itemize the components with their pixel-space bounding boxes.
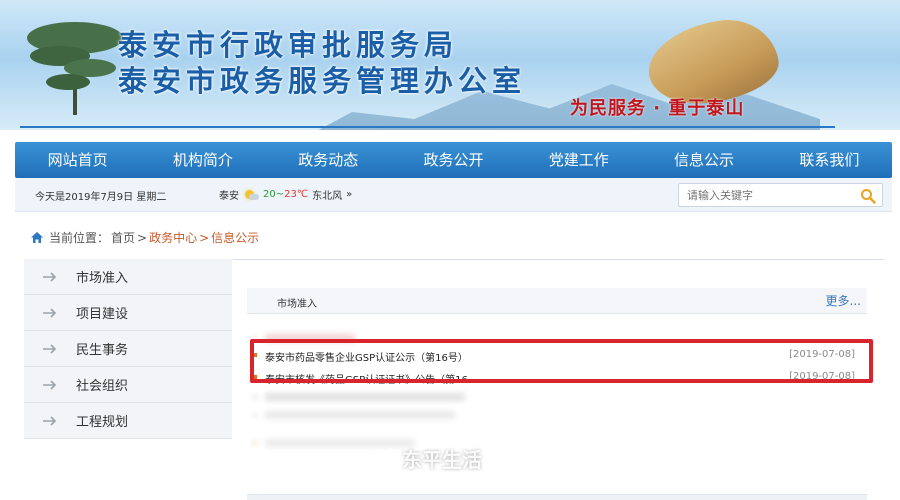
breadcrumb-separator: >: [137, 230, 148, 245]
main-nav: 网站首页 机构简介 政务动态 政务公开 党建工作 信息公示 联系我们: [15, 142, 892, 178]
sidebar-item-label: 工程规划: [76, 415, 129, 430]
header-banner: 泰安市行政审批服务局 泰安市政务服务管理办公室 为民服务 · 重于泰山: [0, 0, 900, 130]
arrow-right-icon: [43, 307, 57, 318]
bullet: [253, 413, 257, 417]
site-slogan: 为民服务 · 重于泰山: [570, 98, 745, 119]
more-link[interactable]: 更多...: [826, 292, 861, 309]
breadcrumb: 当前位置： 首页 > 政务中心 > 信息公示: [30, 229, 259, 246]
temp-separator: ~: [275, 189, 285, 200]
sidebar-item-label: 市场准入: [76, 271, 129, 286]
list-item-obscured: [253, 388, 865, 406]
arrow-right-icon: [43, 379, 57, 390]
sun-cloud-icon: [243, 189, 259, 201]
list-item-obscured: [253, 434, 865, 452]
nav-item-disclosure[interactable]: 政务公开: [391, 142, 516, 178]
bullet: [253, 395, 257, 399]
bullet: [253, 441, 257, 445]
current-date: 今天是2019年7月9日 星期二: [35, 192, 167, 203]
nav-item-party[interactable]: 党建工作: [516, 142, 641, 178]
breadcrumb-level3[interactable]: 信息公示: [211, 229, 259, 246]
breadcrumb-level2[interactable]: 政务中心: [149, 229, 197, 246]
wind-direction: 东北风: [312, 191, 343, 202]
sidebar-item-label: 项目建设: [76, 307, 129, 322]
obscured-text: [265, 393, 465, 401]
highlight-box: [250, 339, 873, 383]
watermark: 东平生活: [370, 444, 482, 473]
watermark-text: 东平生活: [402, 448, 482, 472]
sidebar-item-social-org[interactable]: 社会组织: [24, 367, 232, 403]
nav-item-notices[interactable]: 信息公示: [641, 142, 766, 178]
content-inner: 市场准入 更多... 泰安市药品零售企业GSP认证公示（第16号） [2019-…: [247, 282, 867, 492]
obscured-text: [265, 411, 455, 419]
arrow-right-icon: [43, 415, 57, 426]
section-header: 市场准入 更多...: [247, 288, 867, 314]
site-subtitle: 泰安市政务服务管理办公室: [118, 64, 527, 98]
arrow-right-icon: [43, 343, 57, 354]
breadcrumb-prefix: 当前位置：: [49, 231, 110, 245]
breadcrumb-home[interactable]: 首页: [111, 229, 135, 246]
search-input[interactable]: [679, 184, 849, 207]
temp-high: 23℃: [284, 189, 309, 200]
sidebar-item-engineering-planning[interactable]: 工程规划: [24, 403, 232, 439]
temp-low: 20: [263, 189, 276, 200]
watermark-logo-icon: [371, 448, 394, 468]
search-box: [678, 183, 883, 207]
sidebar-item-project-construction[interactable]: 项目建设: [24, 295, 232, 331]
content-footer: [247, 494, 867, 500]
sidebar-item-label: 民生事务: [76, 343, 129, 358]
nav-item-about[interactable]: 机构简介: [140, 142, 265, 178]
nav-item-home[interactable]: 网站首页: [15, 142, 140, 178]
sidebar-item-livelihood[interactable]: 民生事务: [24, 331, 232, 367]
nav-item-news[interactable]: 政务动态: [266, 142, 391, 178]
section-title: 市场准入: [277, 299, 317, 310]
nav-item-contact[interactable]: 联系我们: [767, 142, 892, 178]
list-item-obscured: [253, 406, 865, 424]
info-bar: 今天是2019年7月9日 星期二 泰安 20~23℃ 东北风 »: [15, 178, 892, 212]
weather-more-link[interactable]: »: [346, 189, 352, 200]
weather-widget: 泰安 20~23℃ 东北风 »: [219, 187, 352, 202]
weather-city: 泰安: [219, 191, 239, 202]
search-icon[interactable]: [860, 188, 876, 204]
banner-divider: [20, 126, 835, 128]
arrow-right-icon: [43, 271, 57, 282]
sidebar-item-market-access[interactable]: 市场准入: [24, 259, 232, 295]
breadcrumb-separator: >: [199, 230, 210, 245]
pine-tree-graphic: [27, 22, 123, 115]
home-icon: [31, 232, 43, 243]
sidebar-item-label: 社会组织: [76, 379, 129, 394]
sidebar: 市场准入 项目建设 民生事务 社会组织 工程规划: [24, 259, 232, 439]
